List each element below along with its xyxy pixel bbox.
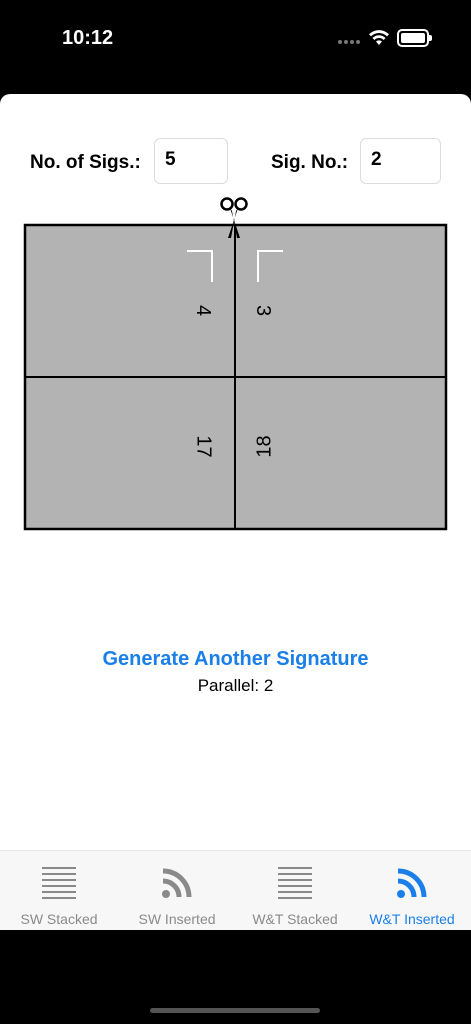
page-number: 3 (252, 304, 275, 317)
nested-arcs-icon (397, 868, 427, 898)
tab-label: W&T Stacked (252, 911, 338, 927)
lines-icon (42, 867, 76, 899)
tab-wt-inserted[interactable]: W&T Inserted (353, 851, 471, 931)
sig-no-label: Sig. No.: (271, 152, 349, 173)
tab-label: SW Stacked (20, 911, 98, 927)
status-bar: 10:12 (0, 0, 471, 80)
tab-wt-stacked[interactable]: W&T Stacked (236, 851, 354, 931)
lines-icon (278, 867, 312, 899)
wifi-icon (369, 30, 389, 45)
sheet-diagram (23, 197, 448, 531)
sigs-input[interactable]: 5 (154, 138, 228, 184)
generate-signature-button[interactable]: Generate Another Signature (0, 648, 471, 671)
status-time: 10:12 (62, 27, 114, 49)
tab-sw-stacked[interactable]: SW Stacked (0, 851, 118, 931)
page-number: 17 (192, 435, 215, 458)
battery-icon (397, 29, 432, 47)
parallel-label: Parallel: 2 (197, 676, 274, 695)
tab-sw-inserted[interactable]: SW Inserted (118, 851, 236, 931)
page-number: 4 (192, 304, 215, 317)
home-indicator (150, 1008, 320, 1013)
sig-no-input[interactable]: 2 (360, 138, 441, 184)
imposition-diagram: 4 3 17 18 (0, 194, 471, 534)
tab-label: SW Inserted (138, 911, 216, 927)
page-number: 18 (253, 435, 276, 458)
main-sheet: No. of Sigs.: 5 Sig. No.: 2 4 3 17 18 Ge… (0, 94, 471, 930)
nested-arcs-icon (162, 868, 192, 898)
cellular-signal-icon (338, 40, 362, 46)
sigs-label: No. of Sigs.: (30, 152, 141, 173)
tab-bar: SW Stacked SW Inserted W&T Stacked W&T I… (0, 850, 471, 930)
tab-label: W&T Inserted (369, 911, 455, 927)
